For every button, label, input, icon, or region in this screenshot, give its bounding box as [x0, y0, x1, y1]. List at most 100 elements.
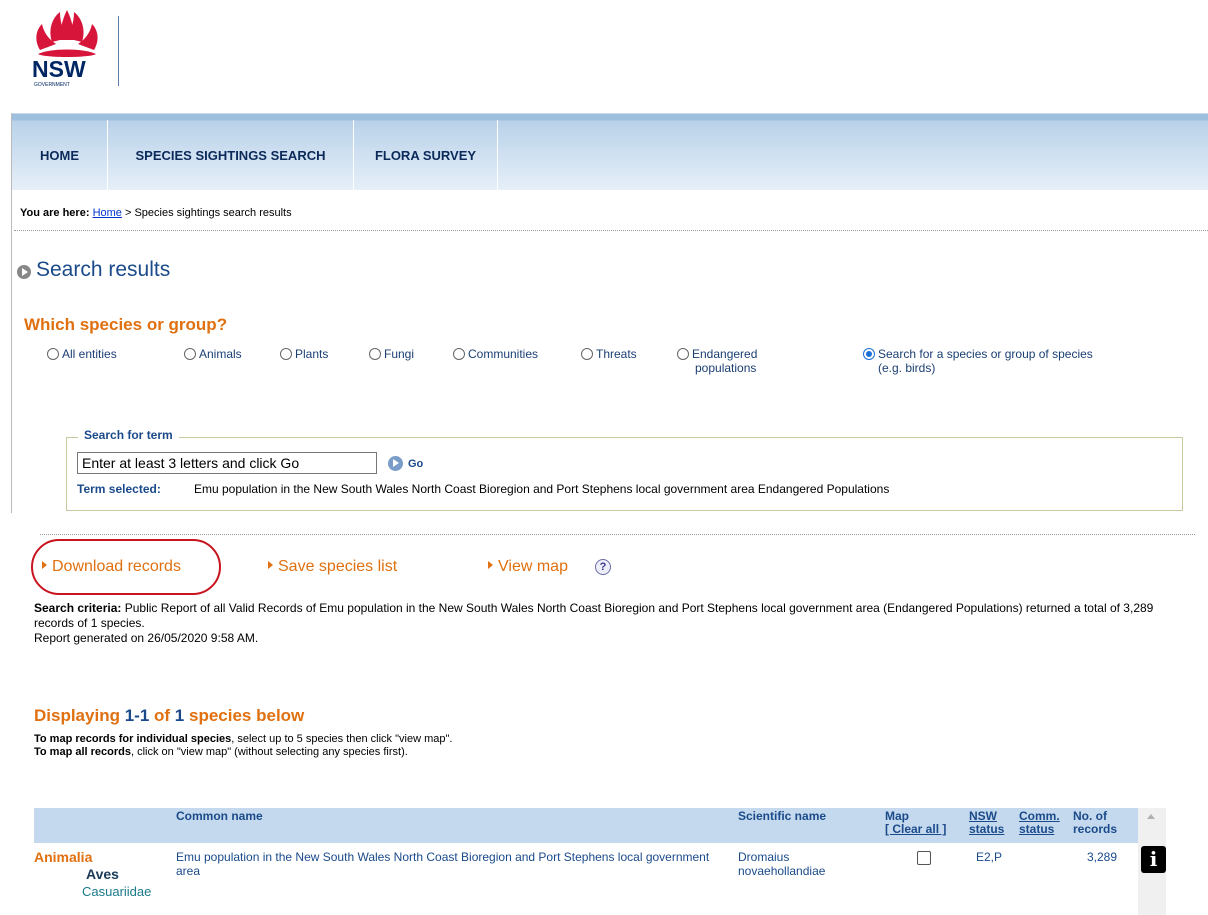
breadcrumb-prefix: You are here:	[20, 207, 90, 219]
triangle-right-icon	[488, 561, 493, 569]
which-species-heading: Which species or group?	[24, 315, 228, 334]
radio-circle-selected-icon[interactable]	[863, 348, 875, 360]
criteria-text: Public Report of all Valid Records of Em…	[34, 601, 1154, 630]
page-title: Search results	[36, 258, 171, 281]
instruction-1-bold: To map records for individual species	[34, 733, 232, 745]
header-comm-status-label[interactable]: status	[1019, 822, 1054, 836]
scientific-name[interactable]: Dromaius novaehollandiae	[738, 850, 825, 878]
breadcrumb-home-link[interactable]: Home	[93, 207, 122, 219]
breadcrumb-separator: >	[124, 207, 132, 219]
radio-label: Search for a species or group of species…	[878, 347, 1093, 375]
radio-label: All entities	[62, 347, 117, 361]
save-species-list-link[interactable]: Save species list	[268, 558, 397, 576]
info-icon[interactable]: i	[1141, 846, 1166, 873]
results-table-header: Common name Scientific name Map [ Clear …	[34, 808, 1138, 843]
scroll-up-arrow-icon[interactable]	[1147, 814, 1155, 819]
breadcrumb-current: Species sightings search results	[134, 207, 292, 219]
displaying-suffix: species below	[189, 706, 305, 725]
displaying-range: 1-1	[124, 706, 150, 725]
nav-home[interactable]: HOME	[12, 120, 108, 191]
radio-all-entities[interactable]: All entities	[47, 347, 117, 361]
nsw-status-value: E2,P	[976, 850, 1003, 864]
radio-threats[interactable]: Threats	[581, 347, 637, 361]
download-records-link[interactable]: Download records	[42, 558, 181, 576]
term-selected-value: Emu population in the New South Wales No…	[194, 482, 890, 496]
term-selected-label: Term selected:	[77, 482, 161, 496]
displaying-word: Displaying	[34, 706, 120, 725]
header-records-label2: records	[1073, 822, 1118, 836]
view-map-label: View map	[498, 558, 568, 575]
triangle-right-icon	[268, 561, 273, 569]
radio-fungi[interactable]: Fungi	[369, 347, 414, 361]
radio-circle-icon[interactable]	[677, 348, 689, 360]
displaying-of: of	[154, 706, 171, 725]
radio-label-line2: populations	[695, 361, 757, 375]
logo-divider	[118, 16, 119, 86]
search-input[interactable]	[77, 452, 377, 474]
radio-label: Animals	[199, 347, 242, 361]
title-bullet-icon	[17, 265, 31, 279]
radio-circle-icon[interactable]	[280, 348, 292, 360]
kingdom-name: Animalia	[34, 849, 93, 865]
header-records: No. of records	[1073, 810, 1117, 836]
view-map-link[interactable]: View map	[488, 558, 568, 576]
header-comm-label[interactable]: Comm.	[1019, 809, 1060, 823]
family-name: Casuariidae	[82, 884, 152, 899]
header-common-name: Common name	[176, 809, 263, 823]
waratah-icon: NSW GOVERNMENT	[32, 10, 98, 88]
header-nsw-label[interactable]: NSW	[969, 809, 997, 823]
radio-label: Endangered populations	[692, 347, 757, 375]
scientific-name-line2: novaehollandiae	[738, 864, 826, 878]
download-records-label: Download records	[52, 558, 181, 575]
nav-species-sightings-search[interactable]: SPECIES SIGHTINGS SEARCH	[108, 120, 354, 191]
radio-plants[interactable]: Plants	[280, 347, 328, 361]
class-name: Aves	[86, 866, 119, 882]
radio-label: Threats	[596, 347, 637, 361]
radio-circle-icon[interactable]	[453, 348, 465, 360]
header-map: Map [ Clear all ]	[885, 810, 946, 836]
displaying-count: 1	[174, 706, 185, 725]
report-generated: Report generated on 26/05/2020 9:58 AM.	[34, 631, 259, 645]
radio-circle-icon[interactable]	[581, 348, 593, 360]
radio-endangered-populations[interactable]: Endangered populations	[677, 347, 757, 375]
search-term-fieldset	[66, 437, 1183, 511]
scientific-name-line1: Dromaius	[738, 850, 790, 864]
breadcrumb: You are here: Home > Species sightings s…	[20, 207, 292, 219]
header-comm-status[interactable]: Comm. status	[1019, 810, 1060, 836]
go-arrow-icon[interactable]	[388, 456, 403, 471]
clear-all-link[interactable]: [ Clear all ]	[885, 822, 946, 836]
nsw-government-logo[interactable]: NSW GOVERNMENT	[30, 10, 120, 90]
svg-text:NSW: NSW	[32, 56, 86, 82]
radio-label: Plants	[295, 347, 329, 361]
header-nsw-status-label[interactable]: status	[969, 822, 1004, 836]
radio-label: Fungi	[384, 347, 415, 361]
radio-circle-icon[interactable]	[184, 348, 196, 360]
records-count: 3,289	[1087, 850, 1118, 864]
triangle-right-icon	[42, 561, 47, 569]
radio-search-species[interactable]: Search for a species or group of species…	[863, 347, 1093, 375]
header-map-label: Map	[885, 809, 909, 823]
radio-label: Communities	[468, 347, 539, 361]
map-checkbox[interactable]	[917, 851, 931, 865]
search-term-legend: Search for term	[78, 428, 179, 442]
instruction-1-rest: , select up to 5 species then click "vie…	[231, 733, 453, 745]
radio-circle-icon[interactable]	[369, 348, 381, 360]
criteria-label: Search criteria:	[34, 601, 122, 615]
help-question-icon[interactable]: ?	[595, 559, 611, 575]
header-nsw-status[interactable]: NSW status	[969, 810, 1004, 836]
instruction-2-rest: , click on "view map" (without selecting…	[131, 746, 408, 758]
map-instructions: To map records for individual species, s…	[34, 733, 452, 759]
go-button[interactable]: Go	[408, 458, 423, 470]
nav-flora-survey[interactable]: FLORA SURVEY	[354, 120, 498, 191]
radio-label-line1: Endangered	[692, 347, 758, 361]
divider	[14, 230, 1208, 231]
radio-communities[interactable]: Communities	[453, 347, 538, 361]
common-name-link[interactable]: Emu population in the New South Wales No…	[176, 850, 726, 878]
svg-text:GOVERNMENT: GOVERNMENT	[34, 82, 70, 88]
radio-label-line2: (e.g. birds)	[878, 361, 936, 375]
radio-circle-icon[interactable]	[47, 348, 59, 360]
divider	[40, 534, 1195, 535]
main-nav: HOME SPECIES SIGHTINGS SEARCH FLORA SURV…	[12, 113, 1208, 191]
instruction-2-bold: To map all records	[34, 746, 131, 758]
radio-animals[interactable]: Animals	[184, 347, 242, 361]
